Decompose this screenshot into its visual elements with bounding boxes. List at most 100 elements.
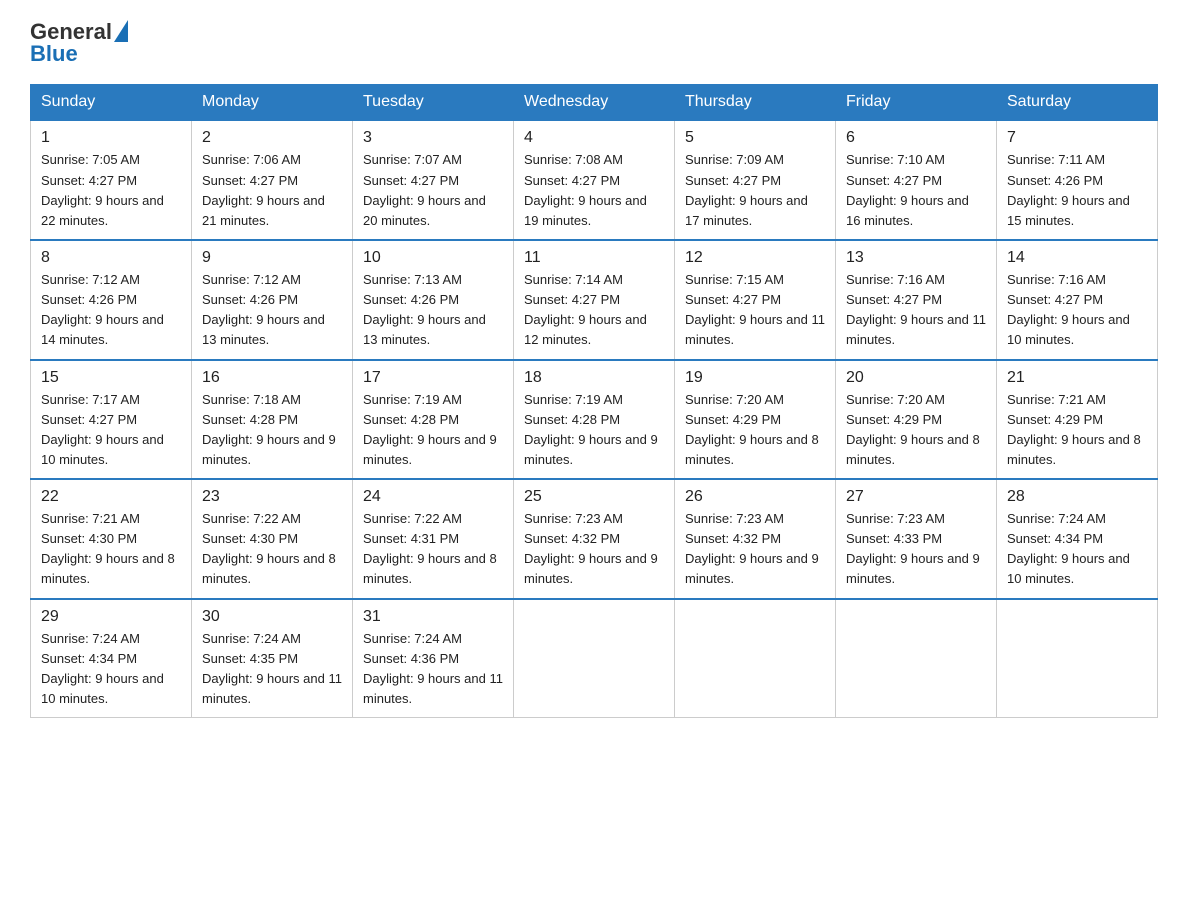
day-number: 1 bbox=[41, 129, 181, 147]
day-number: 28 bbox=[1007, 488, 1147, 506]
calendar-cell: 5 Sunrise: 7:09 AMSunset: 4:27 PMDayligh… bbox=[675, 120, 836, 240]
day-number: 21 bbox=[1007, 369, 1147, 387]
day-info: Sunrise: 7:19 AMSunset: 4:28 PMDaylight:… bbox=[524, 392, 658, 467]
header-sunday: Sunday bbox=[31, 85, 192, 121]
day-info: Sunrise: 7:16 AMSunset: 4:27 PMDaylight:… bbox=[1007, 272, 1130, 347]
calendar-cell: 7 Sunrise: 7:11 AMSunset: 4:26 PMDayligh… bbox=[997, 120, 1158, 240]
day-info: Sunrise: 7:21 AMSunset: 4:30 PMDaylight:… bbox=[41, 511, 175, 586]
day-number: 20 bbox=[846, 369, 986, 387]
day-number: 5 bbox=[685, 129, 825, 147]
day-info: Sunrise: 7:24 AMSunset: 4:34 PMDaylight:… bbox=[1007, 511, 1130, 586]
day-number: 6 bbox=[846, 129, 986, 147]
day-info: Sunrise: 7:22 AMSunset: 4:30 PMDaylight:… bbox=[202, 511, 336, 586]
day-info: Sunrise: 7:23 AMSunset: 4:33 PMDaylight:… bbox=[846, 511, 980, 586]
day-number: 13 bbox=[846, 249, 986, 267]
calendar-cell: 18 Sunrise: 7:19 AMSunset: 4:28 PMDaylig… bbox=[514, 360, 675, 480]
day-info: Sunrise: 7:08 AMSunset: 4:27 PMDaylight:… bbox=[524, 152, 647, 227]
header-saturday: Saturday bbox=[997, 85, 1158, 121]
day-number: 8 bbox=[41, 249, 181, 267]
calendar-cell: 17 Sunrise: 7:19 AMSunset: 4:28 PMDaylig… bbox=[353, 360, 514, 480]
day-number: 2 bbox=[202, 129, 342, 147]
day-info: Sunrise: 7:07 AMSunset: 4:27 PMDaylight:… bbox=[363, 152, 486, 227]
day-info: Sunrise: 7:23 AMSunset: 4:32 PMDaylight:… bbox=[685, 511, 819, 586]
header-wednesday: Wednesday bbox=[514, 85, 675, 121]
day-number: 9 bbox=[202, 249, 342, 267]
week-row-1: 1 Sunrise: 7:05 AMSunset: 4:27 PMDayligh… bbox=[31, 120, 1158, 240]
day-info: Sunrise: 7:12 AMSunset: 4:26 PMDaylight:… bbox=[202, 272, 325, 347]
day-info: Sunrise: 7:20 AMSunset: 4:29 PMDaylight:… bbox=[846, 392, 980, 467]
calendar-cell: 20 Sunrise: 7:20 AMSunset: 4:29 PMDaylig… bbox=[836, 360, 997, 480]
calendar-cell: 10 Sunrise: 7:13 AMSunset: 4:26 PMDaylig… bbox=[353, 240, 514, 360]
day-number: 19 bbox=[685, 369, 825, 387]
day-number: 18 bbox=[524, 369, 664, 387]
day-info: Sunrise: 7:16 AMSunset: 4:27 PMDaylight:… bbox=[846, 272, 986, 347]
calendar-cell: 22 Sunrise: 7:21 AMSunset: 4:30 PMDaylig… bbox=[31, 479, 192, 599]
calendar-cell: 8 Sunrise: 7:12 AMSunset: 4:26 PMDayligh… bbox=[31, 240, 192, 360]
calendar-cell: 29 Sunrise: 7:24 AMSunset: 4:34 PMDaylig… bbox=[31, 599, 192, 718]
logo-triangle-icon bbox=[114, 20, 128, 42]
day-info: Sunrise: 7:06 AMSunset: 4:27 PMDaylight:… bbox=[202, 152, 325, 227]
week-row-3: 15 Sunrise: 7:17 AMSunset: 4:27 PMDaylig… bbox=[31, 360, 1158, 480]
day-number: 24 bbox=[363, 488, 503, 506]
calendar-cell bbox=[675, 599, 836, 718]
calendar-cell: 4 Sunrise: 7:08 AMSunset: 4:27 PMDayligh… bbox=[514, 120, 675, 240]
calendar-cell: 2 Sunrise: 7:06 AMSunset: 4:27 PMDayligh… bbox=[192, 120, 353, 240]
calendar-cell: 13 Sunrise: 7:16 AMSunset: 4:27 PMDaylig… bbox=[836, 240, 997, 360]
calendar-cell: 6 Sunrise: 7:10 AMSunset: 4:27 PMDayligh… bbox=[836, 120, 997, 240]
day-info: Sunrise: 7:10 AMSunset: 4:27 PMDaylight:… bbox=[846, 152, 969, 227]
day-info: Sunrise: 7:05 AMSunset: 4:27 PMDaylight:… bbox=[41, 152, 164, 227]
calendar-cell: 26 Sunrise: 7:23 AMSunset: 4:32 PMDaylig… bbox=[675, 479, 836, 599]
day-number: 10 bbox=[363, 249, 503, 267]
day-info: Sunrise: 7:14 AMSunset: 4:27 PMDaylight:… bbox=[524, 272, 647, 347]
day-number: 7 bbox=[1007, 129, 1147, 147]
calendar-cell: 9 Sunrise: 7:12 AMSunset: 4:26 PMDayligh… bbox=[192, 240, 353, 360]
day-number: 26 bbox=[685, 488, 825, 506]
calendar-cell: 30 Sunrise: 7:24 AMSunset: 4:35 PMDaylig… bbox=[192, 599, 353, 718]
day-info: Sunrise: 7:22 AMSunset: 4:31 PMDaylight:… bbox=[363, 511, 497, 586]
day-info: Sunrise: 7:13 AMSunset: 4:26 PMDaylight:… bbox=[363, 272, 486, 347]
day-info: Sunrise: 7:20 AMSunset: 4:29 PMDaylight:… bbox=[685, 392, 819, 467]
day-number: 23 bbox=[202, 488, 342, 506]
calendar-cell: 24 Sunrise: 7:22 AMSunset: 4:31 PMDaylig… bbox=[353, 479, 514, 599]
day-number: 4 bbox=[524, 129, 664, 147]
week-row-5: 29 Sunrise: 7:24 AMSunset: 4:34 PMDaylig… bbox=[31, 599, 1158, 718]
day-number: 22 bbox=[41, 488, 181, 506]
day-info: Sunrise: 7:09 AMSunset: 4:27 PMDaylight:… bbox=[685, 152, 808, 227]
calendar-cell: 15 Sunrise: 7:17 AMSunset: 4:27 PMDaylig… bbox=[31, 360, 192, 480]
calendar-cell: 25 Sunrise: 7:23 AMSunset: 4:32 PMDaylig… bbox=[514, 479, 675, 599]
day-info: Sunrise: 7:24 AMSunset: 4:36 PMDaylight:… bbox=[363, 631, 503, 706]
day-number: 27 bbox=[846, 488, 986, 506]
day-info: Sunrise: 7:24 AMSunset: 4:35 PMDaylight:… bbox=[202, 631, 342, 706]
day-number: 3 bbox=[363, 129, 503, 147]
header-monday: Monday bbox=[192, 85, 353, 121]
day-info: Sunrise: 7:24 AMSunset: 4:34 PMDaylight:… bbox=[41, 631, 164, 706]
calendar-cell: 12 Sunrise: 7:15 AMSunset: 4:27 PMDaylig… bbox=[675, 240, 836, 360]
calendar-cell: 31 Sunrise: 7:24 AMSunset: 4:36 PMDaylig… bbox=[353, 599, 514, 718]
day-info: Sunrise: 7:17 AMSunset: 4:27 PMDaylight:… bbox=[41, 392, 164, 467]
day-info: Sunrise: 7:19 AMSunset: 4:28 PMDaylight:… bbox=[363, 392, 497, 467]
day-number: 14 bbox=[1007, 249, 1147, 267]
week-row-2: 8 Sunrise: 7:12 AMSunset: 4:26 PMDayligh… bbox=[31, 240, 1158, 360]
page-header: General Blue bbox=[30, 20, 1158, 66]
header-friday: Friday bbox=[836, 85, 997, 121]
calendar-cell: 21 Sunrise: 7:21 AMSunset: 4:29 PMDaylig… bbox=[997, 360, 1158, 480]
calendar-cell: 3 Sunrise: 7:07 AMSunset: 4:27 PMDayligh… bbox=[353, 120, 514, 240]
day-number: 30 bbox=[202, 608, 342, 626]
calendar-cell bbox=[997, 599, 1158, 718]
day-info: Sunrise: 7:18 AMSunset: 4:28 PMDaylight:… bbox=[202, 392, 336, 467]
day-number: 25 bbox=[524, 488, 664, 506]
day-number: 16 bbox=[202, 369, 342, 387]
calendar-table: SundayMondayTuesdayWednesdayThursdayFrid… bbox=[30, 84, 1158, 718]
day-number: 15 bbox=[41, 369, 181, 387]
calendar-cell: 23 Sunrise: 7:22 AMSunset: 4:30 PMDaylig… bbox=[192, 479, 353, 599]
week-row-4: 22 Sunrise: 7:21 AMSunset: 4:30 PMDaylig… bbox=[31, 479, 1158, 599]
day-number: 17 bbox=[363, 369, 503, 387]
day-info: Sunrise: 7:21 AMSunset: 4:29 PMDaylight:… bbox=[1007, 392, 1141, 467]
logo-text-blue: Blue bbox=[30, 42, 78, 66]
day-number: 31 bbox=[363, 608, 503, 626]
day-number: 12 bbox=[685, 249, 825, 267]
day-info: Sunrise: 7:12 AMSunset: 4:26 PMDaylight:… bbox=[41, 272, 164, 347]
header-tuesday: Tuesday bbox=[353, 85, 514, 121]
day-info: Sunrise: 7:23 AMSunset: 4:32 PMDaylight:… bbox=[524, 511, 658, 586]
calendar-cell bbox=[836, 599, 997, 718]
